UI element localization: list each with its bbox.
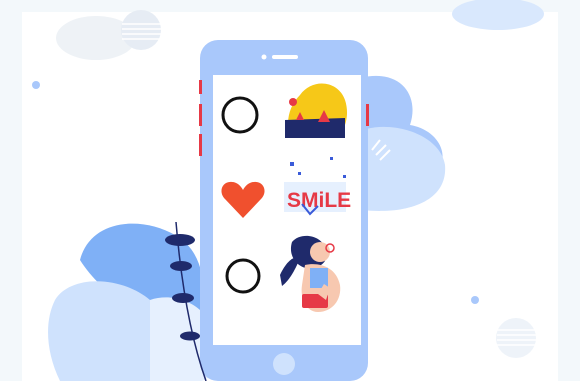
- navy-leaf: [172, 293, 194, 303]
- navy-leaf: [180, 331, 200, 341]
- phone-camera-icon: [261, 54, 267, 60]
- ground-shape: [285, 118, 345, 138]
- smile-sticker-text: SMiLE: [287, 189, 351, 212]
- phone-side-button: [366, 104, 369, 126]
- striped-circle-top: [121, 10, 161, 50]
- right-leaves: [360, 75, 446, 211]
- phone-home-button: [273, 353, 295, 375]
- phone-speaker: [272, 55, 298, 59]
- phone-side-button: [199, 134, 202, 156]
- navy-leaf: [170, 261, 192, 271]
- phone-side-button: [199, 104, 202, 126]
- striped-circle-bottom: [496, 318, 536, 358]
- phone-sticker-illustration: SMiLE: [32, 0, 544, 381]
- left-leaves: [48, 223, 219, 381]
- navy-leaf: [165, 234, 195, 246]
- dot-right: [471, 296, 479, 304]
- small-sun-dot: [289, 98, 297, 106]
- dot-left: [32, 81, 40, 89]
- blue-blob-top-right: [452, 0, 544, 30]
- illustration-canvas: SMiLE: [0, 0, 580, 381]
- phone-side-button: [199, 80, 202, 94]
